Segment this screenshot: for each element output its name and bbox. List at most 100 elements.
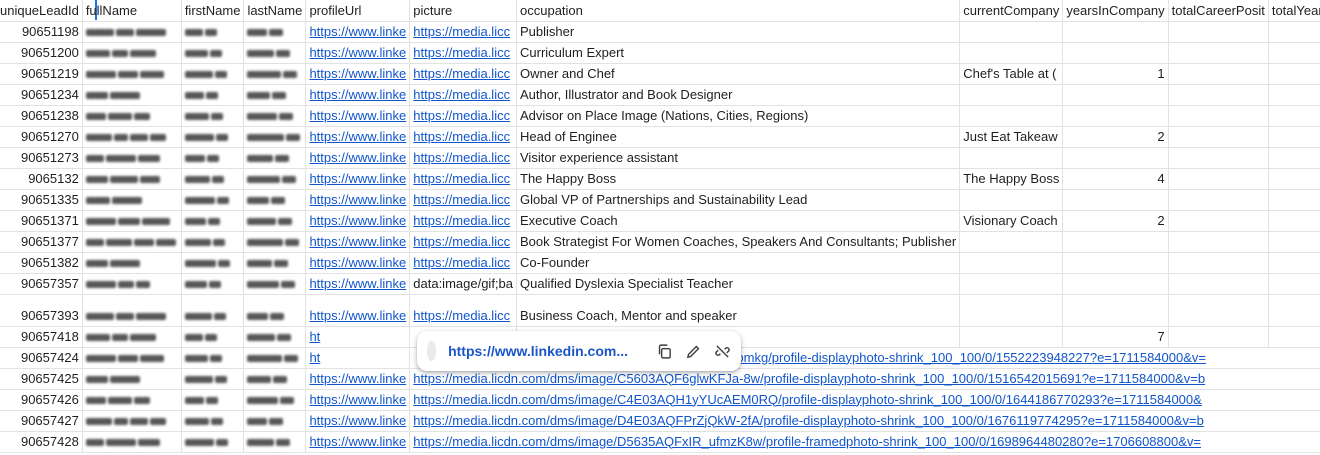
cell-unique-lead-id[interactable]: 90651200 <box>0 42 83 64</box>
unlink-icon[interactable] <box>714 342 731 360</box>
cell-current-company[interactable] <box>959 231 1064 253</box>
cell-years-in-company[interactable] <box>1062 189 1169 211</box>
cell-total-years-in-career[interactable] <box>1268 326 1320 348</box>
profile-url-link[interactable]: ht <box>309 350 320 365</box>
cell-full-name[interactable] <box>82 189 182 211</box>
cell-occupation[interactable]: Executive Coach <box>516 210 961 232</box>
cell-years-in-company[interactable] <box>1062 105 1169 127</box>
copy-icon[interactable] <box>656 342 673 360</box>
cell-last-name[interactable] <box>243 21 307 43</box>
cell-unique-lead-id[interactable]: 9065132 <box>0 168 83 190</box>
cell-last-name[interactable] <box>243 63 307 85</box>
cell-total-career-positions[interactable] <box>1168 252 1269 274</box>
cell-picture[interactable]: https://media.licdn.com/dms/image/C5603A… <box>409 368 1320 390</box>
column-header[interactable]: yearsInCompany <box>1062 0 1169 22</box>
picture-url-link[interactable]: https://media.licc <box>413 213 510 228</box>
cell-full-name[interactable] <box>82 42 182 64</box>
cell-occupation[interactable]: Business Coach, Mentor and speaker <box>516 294 961 327</box>
cell-full-name[interactable] <box>82 210 182 232</box>
cell-last-name[interactable] <box>243 42 307 64</box>
cell-last-name[interactable] <box>243 368 307 390</box>
cell-first-name[interactable] <box>181 21 245 43</box>
cell-full-name[interactable] <box>82 231 182 253</box>
cell-picture[interactable]: https://media.licc <box>409 210 517 232</box>
cell-full-name[interactable] <box>82 126 182 148</box>
cell-last-name[interactable] <box>243 273 307 295</box>
profile-url-link[interactable]: https://www.linke <box>309 434 406 449</box>
cell-first-name[interactable] <box>181 252 245 274</box>
cell-profile-url[interactable]: https://www.linke <box>305 389 411 411</box>
profile-url-link[interactable]: https://www.linke <box>309 66 406 81</box>
cell-picture[interactable]: https://media.licc <box>409 189 517 211</box>
cell-full-name[interactable] <box>82 389 182 411</box>
picture-url-link[interactable]: https://media.licc <box>413 150 510 165</box>
cell-total-career-positions[interactable] <box>1168 105 1269 127</box>
table-row[interactable]: 90651273 https://www.linke https://media.l… <box>0 147 1320 169</box>
picture-url-link[interactable]: https://media.licc <box>413 308 510 323</box>
cell-current-company[interactable]: Chef's Table at ( <box>959 63 1064 85</box>
cell-profile-url[interactable]: https://www.linke <box>305 210 411 232</box>
cell-profile-url[interactable]: https://www.linke <box>305 126 411 148</box>
cell-profile-url[interactable]: https://www.linke <box>305 63 411 85</box>
profile-url-link[interactable]: https://www.linke <box>309 87 406 102</box>
cell-total-career-positions[interactable] <box>1168 273 1269 295</box>
cell-occupation[interactable]: Co-Founder <box>516 252 961 274</box>
cell-last-name[interactable] <box>243 294 307 327</box>
cell-last-name[interactable] <box>243 210 307 232</box>
cell-profile-url[interactable]: https://www.linke <box>305 273 411 295</box>
cell-current-company[interactable] <box>959 21 1064 43</box>
table-row[interactable]: 90657426 https://www.linke https://media.l… <box>0 389 1320 411</box>
cell-total-years-in-career[interactable] <box>1268 63 1320 85</box>
table-row[interactable]: 9065132 https://www.linke https://media.li… <box>0 168 1320 190</box>
cell-full-name[interactable] <box>82 105 182 127</box>
cell-current-company[interactable] <box>959 189 1064 211</box>
table-row[interactable]: 90657357 https://www.linke data:image/gif;… <box>0 273 1320 295</box>
cell-picture[interactable]: https://media.licc <box>409 63 517 85</box>
cell-profile-url[interactable]: https://www.linke <box>305 189 411 211</box>
cell-total-years-in-career[interactable] <box>1268 126 1320 148</box>
cell-first-name[interactable] <box>181 42 245 64</box>
cell-current-company[interactable] <box>959 294 1064 327</box>
cell-occupation[interactable]: Book Strategist For Women Coaches, Speak… <box>516 231 961 253</box>
cell-profile-url[interactable]: https://www.linke <box>305 252 411 274</box>
cell-first-name[interactable] <box>181 326 245 348</box>
cell-occupation[interactable]: Publisher <box>516 21 961 43</box>
cell-total-years-in-career[interactable] <box>1268 168 1320 190</box>
cell-total-career-positions[interactable] <box>1168 189 1269 211</box>
cell-last-name[interactable] <box>243 252 307 274</box>
table-row[interactable]: 90651198 https://www.linke https://media.l… <box>0 21 1320 43</box>
cell-occupation[interactable]: Head of Enginee <box>516 126 961 148</box>
cell-profile-url[interactable]: https://www.linke <box>305 168 411 190</box>
cell-last-name[interactable] <box>243 231 307 253</box>
cell-full-name[interactable] <box>82 410 182 432</box>
cell-current-company[interactable] <box>959 273 1064 295</box>
cell-first-name[interactable] <box>181 210 245 232</box>
cell-years-in-company[interactable] <box>1062 273 1169 295</box>
cell-current-company[interactable] <box>959 105 1064 127</box>
cell-total-career-positions[interactable] <box>1168 294 1269 327</box>
column-header[interactable]: lastName <box>243 0 307 22</box>
profile-url-link[interactable]: https://www.linke <box>309 255 406 270</box>
cell-current-company[interactable] <box>959 84 1064 106</box>
cell-total-years-in-career[interactable] <box>1268 21 1320 43</box>
cell-picture-text[interactable]: https://media.licdn.com/dms/image/D4E03A… <box>413 413 1204 428</box>
picture-url-link[interactable]: https://media.licc <box>413 129 510 144</box>
picture-url-link[interactable]: https://media.licc <box>413 66 510 81</box>
cell-first-name[interactable] <box>181 126 245 148</box>
cell-total-years-in-career[interactable] <box>1268 84 1320 106</box>
cell-first-name[interactable] <box>181 410 245 432</box>
cell-current-company[interactable]: The Happy Boss <box>959 168 1064 190</box>
cell-current-company[interactable]: Visionary Coach <box>959 210 1064 232</box>
cell-full-name[interactable] <box>82 168 182 190</box>
cell-first-name[interactable] <box>181 389 245 411</box>
cell-full-name[interactable] <box>82 294 182 327</box>
cell-total-career-positions[interactable] <box>1168 126 1269 148</box>
cell-years-in-company[interactable]: 4 <box>1062 168 1169 190</box>
cell-profile-url[interactable]: https://www.linke <box>305 368 411 390</box>
cell-unique-lead-id[interactable]: 90651273 <box>0 147 83 169</box>
cell-first-name[interactable] <box>181 273 245 295</box>
table-row[interactable]: 90651238 https://www.linke https://media.l… <box>0 105 1320 127</box>
cell-years-in-company[interactable]: 2 <box>1062 126 1169 148</box>
cell-picture[interactable]: https://media.licc <box>409 231 517 253</box>
cell-years-in-company[interactable]: 1 <box>1062 63 1169 85</box>
